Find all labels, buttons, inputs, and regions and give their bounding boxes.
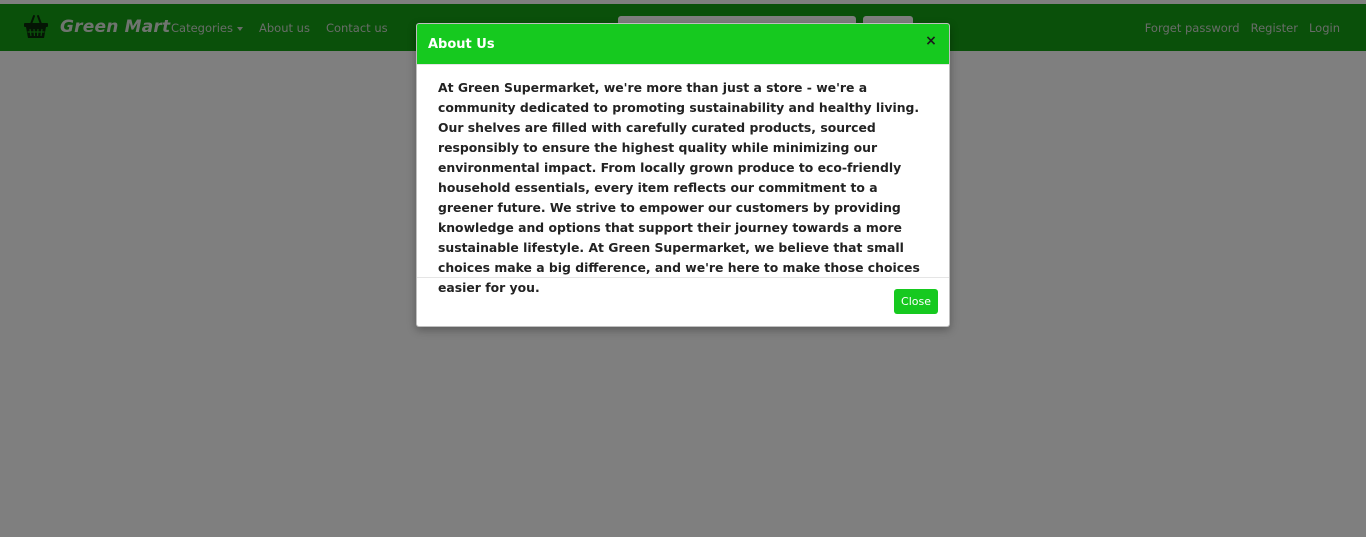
modal-body: At Green Supermarket, we're more than ju… [417,65,949,295]
close-button[interactable]: Close [894,289,938,314]
about-us-modal: About Us × At Green Supermarket, we're m… [416,23,950,327]
close-icon[interactable]: × [924,34,938,48]
modal-footer: Close [417,278,949,326]
about-us-text: At Green Supermarket, we're more than ju… [438,80,920,295]
modal-header: About Us × [417,24,949,65]
modal-title: About Us [428,37,495,52]
